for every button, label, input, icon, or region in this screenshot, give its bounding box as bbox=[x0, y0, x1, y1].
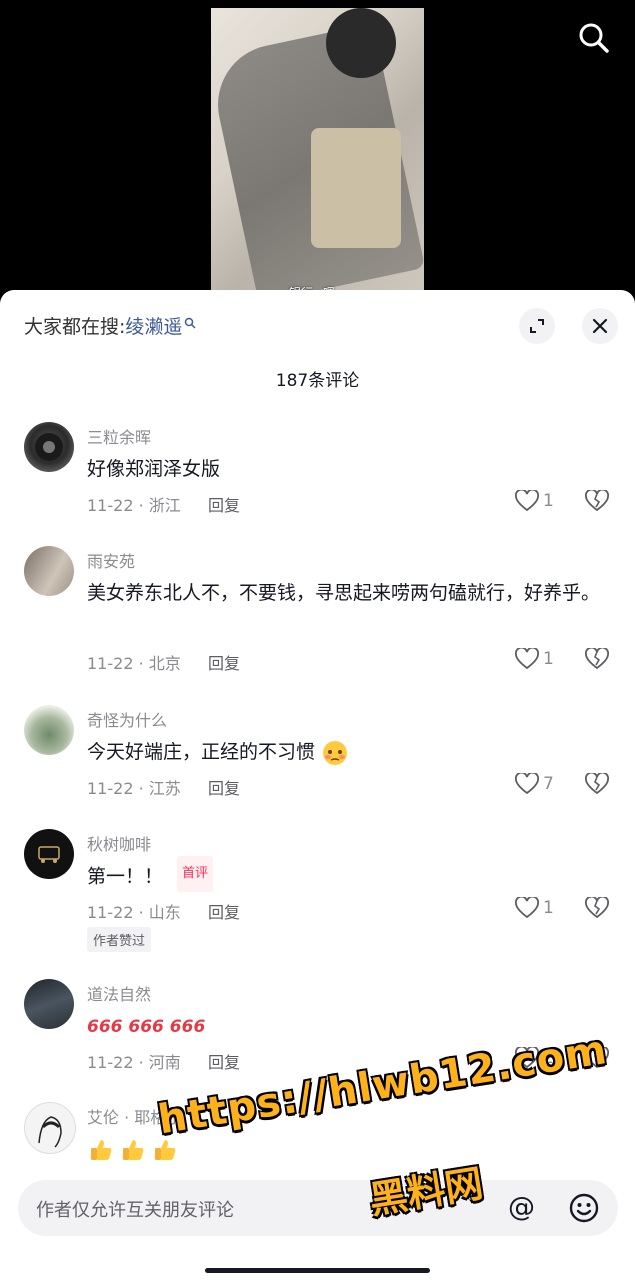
emoji-icon[interactable] bbox=[568, 1192, 600, 1224]
heart-icon bbox=[515, 773, 539, 795]
video-frame: 银行~嗯 bbox=[211, 8, 424, 300]
search-icon bbox=[184, 312, 196, 329]
comment-text: 第一！！ 首评 bbox=[87, 856, 607, 895]
video-player[interactable]: 银行~嗯 bbox=[0, 0, 635, 300]
like-button[interactable]: 1 bbox=[515, 897, 554, 919]
avatar[interactable] bbox=[24, 546, 74, 596]
at-mention-icon[interactable]: @ bbox=[508, 1192, 535, 1223]
first-comment-badge: 首评 bbox=[177, 856, 214, 892]
author-liked-badge: 作者赞过 bbox=[87, 927, 152, 952]
comment-text: 好像郑润泽女版 bbox=[87, 458, 221, 480]
like-button[interactable]: 1 bbox=[515, 490, 554, 512]
comment-input[interactable]: 作者仅允许互关朋友评论 @ bbox=[18, 1180, 618, 1236]
search-icon[interactable] bbox=[574, 18, 614, 58]
expand-button[interactable] bbox=[519, 308, 555, 344]
broken-heart-icon bbox=[585, 488, 609, 512]
username[interactable]: 秋树咖啡 bbox=[87, 831, 151, 855]
username[interactable]: 道法自然 bbox=[87, 981, 151, 1005]
reply-button[interactable]: 回复 bbox=[208, 775, 240, 799]
video-head bbox=[326, 8, 396, 78]
comment-count: 187条评论 bbox=[275, 371, 360, 391]
dislike-button[interactable] bbox=[585, 488, 609, 516]
comment-input-placeholder[interactable]: 作者仅允许互关朋友评论 bbox=[36, 1196, 234, 1222]
broken-heart-icon bbox=[585, 895, 609, 919]
comment-text-body: 第一！！ bbox=[87, 865, 164, 888]
comment-meta: 11-22 · 江苏 bbox=[87, 779, 181, 798]
comment-meta: 11-22 · 浙江 bbox=[87, 496, 181, 515]
heart-icon bbox=[515, 490, 539, 512]
heart-icon bbox=[515, 897, 539, 919]
avatar[interactable] bbox=[24, 1102, 76, 1154]
like-button[interactable]: 7 bbox=[515, 773, 554, 795]
username[interactable]: 雨安苑 bbox=[87, 548, 135, 572]
home-indicator bbox=[205, 1268, 430, 1273]
comment-meta: 11-22 · 河南 bbox=[87, 1053, 181, 1072]
thumbs-up-icon bbox=[119, 1136, 147, 1164]
comment-meta: 11-22 · 北京 bbox=[87, 654, 181, 673]
dislike-button[interactable] bbox=[585, 895, 609, 923]
avatar[interactable] bbox=[24, 829, 74, 879]
reply-button[interactable]: 回复 bbox=[208, 650, 240, 674]
video-bag bbox=[311, 128, 401, 248]
heart-icon bbox=[515, 648, 539, 670]
broken-heart-icon bbox=[585, 771, 609, 795]
comment-text: 美女养东北人不，不要钱，寻思起来唠两句磕就行，好养乎。 bbox=[87, 582, 601, 604]
username[interactable]: 奇怪为什么 bbox=[87, 707, 167, 731]
like-button[interactable]: 1 bbox=[515, 648, 554, 670]
close-button[interactable] bbox=[582, 308, 618, 344]
dislike-button[interactable] bbox=[585, 646, 609, 674]
avatar[interactable] bbox=[24, 422, 74, 472]
like-count: 1 bbox=[543, 649, 554, 669]
comment-text: 今天好端庄，正经的不习惯 bbox=[87, 735, 607, 769]
trending-search-prefix: 大家都在搜: bbox=[24, 316, 126, 338]
comment-text-body: 今天好端庄，正经的不习惯 bbox=[87, 741, 316, 763]
reply-button[interactable]: 回复 bbox=[208, 899, 240, 923]
thumbs-up-icon bbox=[87, 1136, 115, 1164]
six-emoji-text: 666 666 666 bbox=[87, 1017, 206, 1037]
comment-sheet: 大家都在搜:绫濑遥 187条评论 三粒余晖 好像郑润泽女版 11-22 · 浙江… bbox=[0, 290, 635, 1280]
like-count: 7 bbox=[543, 774, 554, 794]
username[interactable]: 三粒余晖 bbox=[87, 424, 151, 448]
expand-icon bbox=[530, 319, 544, 333]
like-count: 1 bbox=[543, 898, 554, 918]
avatar[interactable] bbox=[24, 705, 74, 755]
reply-button[interactable]: 回复 bbox=[208, 492, 240, 516]
comment-meta: 11-22 · 山东 bbox=[87, 903, 181, 922]
trending-search[interactable]: 大家都在搜:绫濑遥 bbox=[24, 312, 196, 339]
broken-heart-icon bbox=[585, 646, 609, 670]
reply-button[interactable]: 回复 bbox=[208, 1049, 240, 1073]
trending-search-keyword[interactable]: 绫濑遥 bbox=[125, 316, 182, 338]
blushing-face-icon bbox=[321, 739, 349, 767]
dislike-button[interactable] bbox=[585, 771, 609, 799]
close-icon bbox=[592, 318, 608, 334]
like-count: 1 bbox=[543, 491, 554, 511]
avatar[interactable] bbox=[24, 979, 74, 1029]
